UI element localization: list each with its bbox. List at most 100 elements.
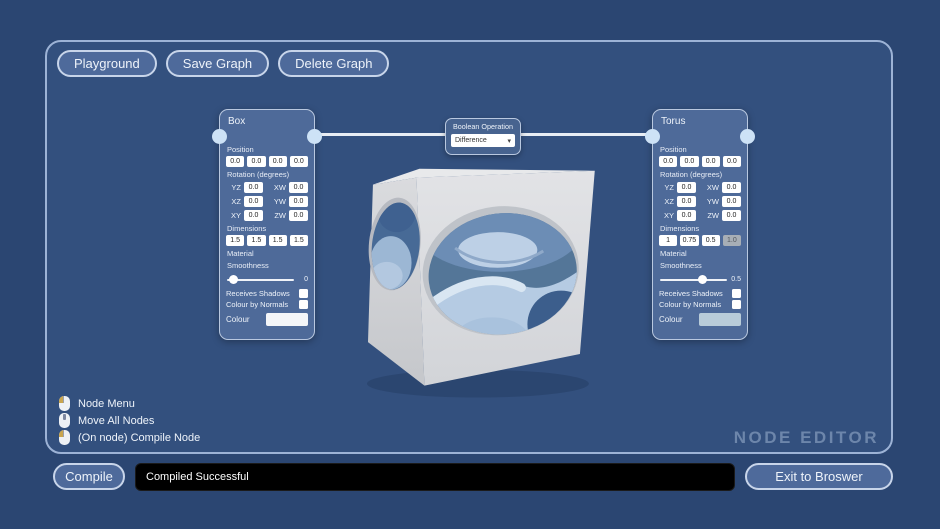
colour-by-normals-checkbox[interactable] [732,300,741,309]
position-input[interactable] [268,156,287,167]
torus-node[interactable]: Torus Position Rotation (degrees) YZ XW … [645,109,755,340]
mouse-left-button-icon [59,430,70,445]
mouse-controls-legend: Node Menu Move All Nodes (On node) Compi… [59,395,200,446]
dimensions-label: Dimensions [660,224,700,233]
dimension-input[interactable] [289,235,308,246]
legend-label: Node Menu [78,397,135,410]
rotation-axis-label: XZ [664,197,674,206]
colour-label: Colour [659,315,683,324]
rotation-axis-label: YZ [231,183,241,192]
rotation-input[interactable] [722,182,741,193]
compile-button[interactable]: Compile [53,463,125,490]
slider-track[interactable] [660,279,727,281]
colour-swatch[interactable] [266,313,308,326]
smoothness-slider: 0.5 [659,274,741,286]
torus-output-port[interactable] [740,129,755,144]
node-canvas[interactable]: Playground Save Graph Delete Graph Box P… [45,40,893,454]
position-label: Position [227,145,254,154]
dimension-input[interactable] [226,235,245,246]
rotation-input[interactable] [677,210,696,221]
rotation-input[interactable] [244,196,263,207]
smoothness-value: 0 [304,276,308,283]
slider-thumb[interactable] [229,275,239,284]
rotation-input[interactable] [677,182,696,193]
boolean-operation-select[interactable]: Difference ▾ [451,134,515,147]
colour-by-normals-label: Colour by Normals [659,300,722,309]
position-input[interactable] [247,156,266,167]
material-label: Material [660,249,687,258]
render-viewport [366,168,595,398]
receives-shadows-checkbox[interactable] [299,288,308,298]
material-label: Material [227,249,254,258]
position-label: Position [660,145,687,154]
box-input-port[interactable] [212,129,227,144]
dimension-input[interactable] [701,235,720,246]
legend-item: (On node) Compile Node [59,429,200,446]
delete-graph-button[interactable]: Delete Graph [278,50,390,77]
receives-shadows-checkbox[interactable] [732,288,741,298]
rotation-input[interactable] [289,196,308,207]
receives-shadows-label: Receives Shadows [226,288,290,298]
boolean-operation-node[interactable]: Boolean Operation Difference ▾ [445,118,521,155]
torus-node-title: Torus [661,116,686,127]
rotation-axis-label: ZW [274,211,286,220]
toolbar: Playground Save Graph Delete Graph [57,50,390,77]
rotation-label: Rotation (degrees) [660,170,723,179]
box-node[interactable]: Box Position Rotation (degrees) YZ XW XZ… [212,109,322,340]
smoothness-value: 0.5 [731,276,741,283]
position-input[interactable] [659,156,678,167]
app-watermark: NODE EDITOR [733,428,879,447]
box-output-port[interactable] [307,129,322,144]
rotation-label: Rotation (degrees) [227,170,290,179]
legend-item: Node Menu [59,395,200,412]
smoothness-label: Smoothness [660,261,702,270]
position-input[interactable] [722,156,741,167]
torus-input-port[interactable] [645,129,660,144]
position-input[interactable] [680,156,699,167]
dimension-input[interactable] [680,235,699,246]
exit-to-browser-button[interactable]: Exit to Broswer [745,463,893,490]
rotation-axis-label: YW [273,197,286,206]
receives-shadows-label: Receives Shadows [659,288,723,298]
dimensions-label: Dimensions [227,224,267,233]
position-input[interactable] [701,156,720,167]
legend-label: Move All Nodes [78,414,155,427]
rotation-input[interactable] [244,182,263,193]
rotation-axis-label: XW [706,183,719,192]
rotation-input[interactable] [289,210,308,221]
bottom-bar: Compile Exit to Broswer [53,463,893,491]
save-graph-button[interactable]: Save Graph [165,50,270,77]
position-input[interactable] [226,156,245,167]
rotation-axis-label: ZW [707,211,719,220]
boolean-operation-title: Boolean Operation [453,122,513,131]
rotation-input[interactable] [677,196,696,207]
legend-item: Move All Nodes [59,412,200,429]
rotation-input[interactable] [289,182,308,193]
smoothness-slider: 0 [226,274,308,286]
colour-by-normals-label: Colour by Normals [226,300,289,309]
compile-status-field[interactable] [135,463,735,491]
box-node-title: Box [228,116,246,127]
smoothness-label: Smoothness [227,261,269,270]
dimension-input[interactable] [659,235,678,246]
legend-label: (On node) Compile Node [78,431,201,444]
rotation-axis-label: XY [230,211,241,220]
colour-by-normals-checkbox[interactable] [299,300,308,309]
rotation-input[interactable] [244,210,263,221]
colour-swatch[interactable] [699,313,741,326]
mouse-left-button-icon [59,396,70,411]
dimension-input[interactable] [268,235,287,246]
dimension-input[interactable] [247,235,266,246]
selected-operation: Difference [455,137,487,144]
rotation-axis-label: XW [273,183,286,192]
chevron-down-icon: ▾ [507,137,511,145]
rotation-axis-label: XZ [231,197,241,206]
rotation-input[interactable] [722,196,741,207]
dimension-input-disabled [722,235,741,246]
playground-button[interactable]: Playground [57,50,157,77]
position-input[interactable] [289,156,308,167]
rotation-axis-label: YZ [664,183,674,192]
slider-thumb[interactable] [697,275,707,284]
colour-label: Colour [226,315,250,324]
rotation-input[interactable] [722,210,741,221]
